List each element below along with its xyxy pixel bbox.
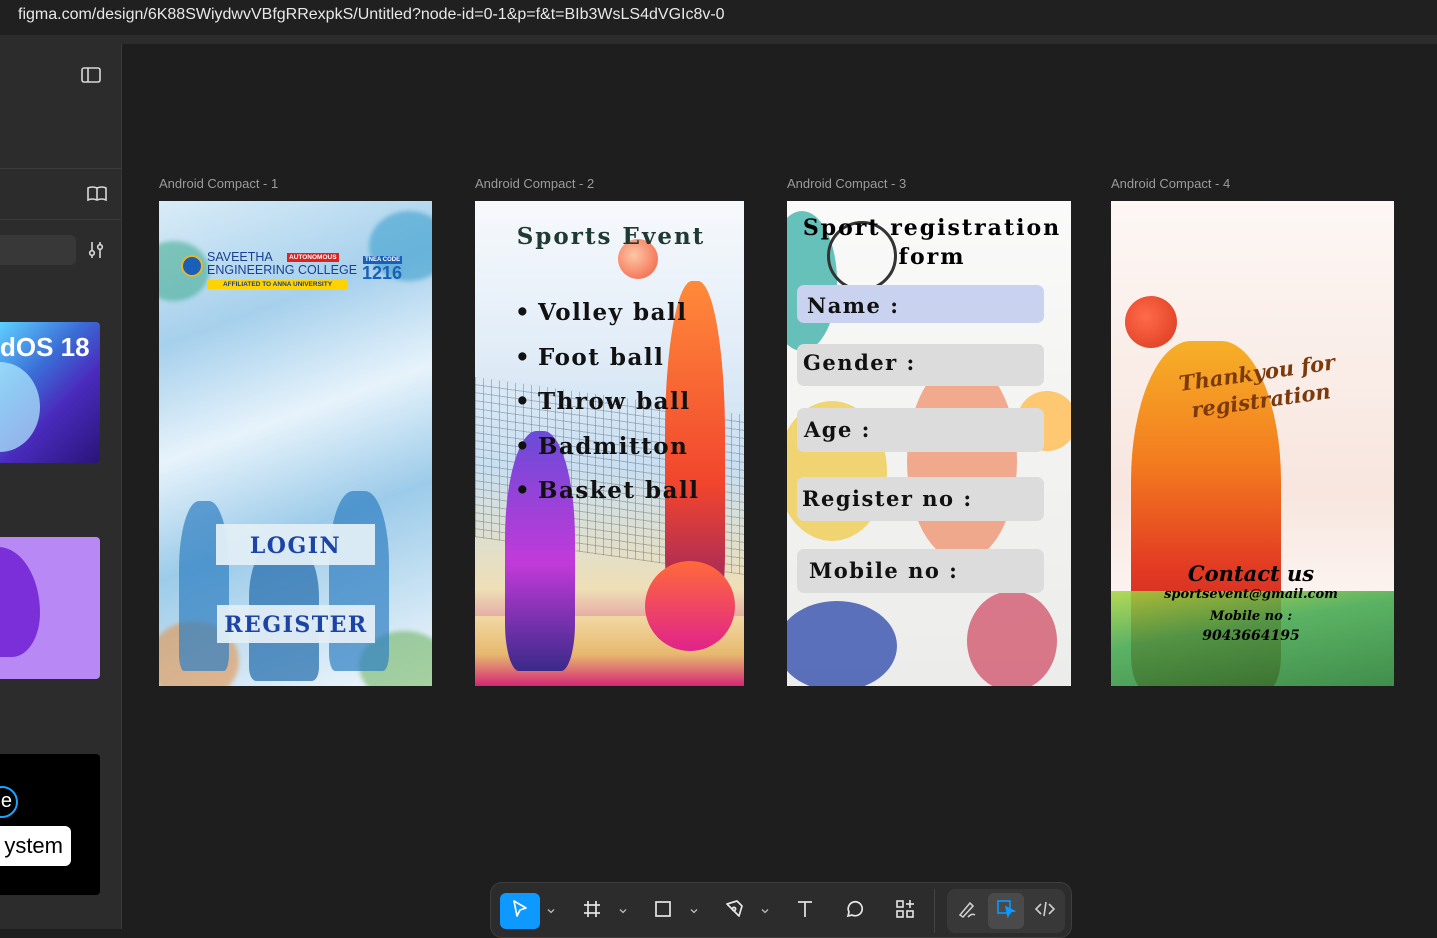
frame-tool-button[interactable] — [572, 893, 612, 929]
event-item: Volley ball — [515, 299, 699, 344]
browser-address-bar[interactable]: figma.com/design/6K88SWiydwvVBfgRRexpkS/… — [0, 0, 1437, 36]
player-silhouette — [329, 491, 389, 671]
mode-switcher — [947, 889, 1065, 933]
contact-email: sportsevent@gmail.com — [1111, 587, 1391, 603]
frame-tool-dropdown[interactable] — [617, 893, 629, 929]
gender-field[interactable]: Gender : — [797, 344, 1044, 386]
left-panel: dOS 18 o e ystem — [0, 44, 122, 929]
toolbar-separator — [934, 889, 935, 933]
player-silhouette — [645, 561, 735, 651]
text-t-icon — [794, 898, 816, 925]
event-item: Badmitton — [515, 433, 699, 478]
url-text: figma.com/design/6K88SWiydwvVBfgRRexpkS/… — [18, 6, 725, 23]
sidebar-toggle-icon[interactable] — [80, 64, 102, 86]
thumbnail-badge: e — [0, 786, 18, 818]
comment-bubble-icon — [844, 898, 866, 925]
form-title: Sport registration form — [787, 214, 1071, 272]
panel-divider — [0, 219, 122, 220]
settings-sliders-icon[interactable] — [85, 239, 107, 261]
frame-android-compact-4[interactable]: Thankyou for registration Contact us spo… — [1111, 201, 1394, 686]
frame-hash-icon — [581, 898, 603, 925]
college-name-line2: ENGINEERING COLLEGE — [207, 263, 357, 277]
register-no-field[interactable]: Register no : — [797, 477, 1044, 521]
book-icon[interactable] — [86, 183, 108, 205]
frame-android-compact-3[interactable]: Sport registration form Name : Gender : … — [787, 201, 1071, 686]
event-item: Basket ball — [515, 477, 699, 522]
components-grid-icon — [894, 898, 916, 925]
frame-label[interactable]: Android Compact - 2 — [475, 176, 594, 191]
basketball-ball — [1125, 296, 1177, 348]
move-tool-dropdown[interactable] — [545, 893, 557, 929]
event-list: Volley ball Foot ball Throw ball Badmitt… — [515, 299, 699, 522]
chevron-down-icon — [619, 907, 627, 915]
rectangle-icon — [652, 898, 674, 925]
library-thumbnail-ios[interactable]: dOS 18 — [0, 322, 100, 463]
text-tool-button[interactable] — [785, 893, 825, 929]
design-mode-button[interactable] — [988, 893, 1024, 929]
library-search-input[interactable] — [0, 235, 76, 265]
name-field[interactable]: Name : — [797, 285, 1044, 323]
chevron-down-icon — [761, 907, 769, 915]
frame-label[interactable]: Android Compact - 4 — [1111, 176, 1230, 191]
contact-block: Contact us sportsevent@gmail.com Mobile … — [1111, 561, 1391, 645]
thumbnail-graphic — [0, 547, 40, 657]
browser-divider — [0, 36, 1437, 44]
rectangle-tool-button[interactable] — [643, 893, 683, 929]
college-seal-icon — [181, 255, 203, 277]
tnea-code: 1216 — [362, 263, 402, 284]
thumbnail-title: dOS 18 — [0, 332, 90, 363]
register-button[interactable]: REGISTER — [217, 605, 375, 643]
move-tool-button[interactable] — [500, 893, 540, 929]
chevron-down-icon — [547, 907, 555, 915]
thumbnail-graphic — [0, 362, 40, 452]
event-title: Sports Event — [475, 223, 744, 250]
panel-divider — [0, 168, 122, 169]
contact-mobile-label: Mobile no : — [1111, 607, 1391, 627]
affiliation-strip: AFFILIATED TO ANNA UNIVERSITY — [207, 280, 348, 289]
paint-splash — [907, 361, 1017, 561]
mobile-no-field[interactable]: Mobile no : — [797, 549, 1044, 593]
age-field[interactable]: Age : — [797, 408, 1044, 452]
cursor-arrow-icon — [509, 898, 531, 925]
frame-label[interactable]: Android Compact - 3 — [787, 176, 906, 191]
college-name-line1: SAVEETHA — [207, 250, 273, 264]
design-mode-icon — [995, 898, 1017, 925]
frame-label[interactable]: Android Compact - 1 — [159, 176, 278, 191]
chevron-down-icon — [690, 907, 698, 915]
event-item: Foot ball — [515, 344, 699, 389]
pen-tool-dropdown[interactable] — [759, 893, 771, 929]
rectangle-tool-dropdown[interactable] — [688, 893, 700, 929]
frame-android-compact-2[interactable]: Sports Event Volley ball Foot ball Throw… — [475, 201, 744, 686]
pen-tool-button[interactable] — [714, 893, 754, 929]
library-thumbnail-purple[interactable] — [0, 537, 100, 679]
draw-pencil-icon — [956, 898, 978, 925]
dev-mode-button[interactable] — [1027, 893, 1063, 929]
frame-android-compact-1[interactable]: SAVEETHA ENGINEERING COLLEGE AUTONOMOUS … — [159, 201, 432, 686]
library-thumbnail-design-system[interactable]: e ystem — [0, 754, 100, 895]
code-brackets-icon — [1034, 898, 1056, 925]
bottom-toolbar — [490, 882, 1072, 938]
pen-nib-icon — [723, 898, 745, 925]
college-logo: SAVEETHA ENGINEERING COLLEGE AUTONOMOUS … — [179, 251, 431, 291]
paint-splash — [787, 601, 897, 686]
thumbnail-title: ystem — [0, 826, 71, 866]
event-item: Throw ball — [515, 388, 699, 433]
actions-tool-button[interactable] — [885, 893, 925, 929]
comment-tool-button[interactable] — [835, 893, 875, 929]
contact-mobile-number: 9043664195 — [1111, 627, 1391, 645]
login-button[interactable]: LOGIN — [216, 524, 375, 565]
contact-title: Contact us — [1111, 561, 1391, 587]
autonomous-badge: AUTONOMOUS — [287, 253, 339, 262]
paint-splash — [967, 591, 1057, 686]
draw-mode-button[interactable] — [949, 893, 985, 929]
